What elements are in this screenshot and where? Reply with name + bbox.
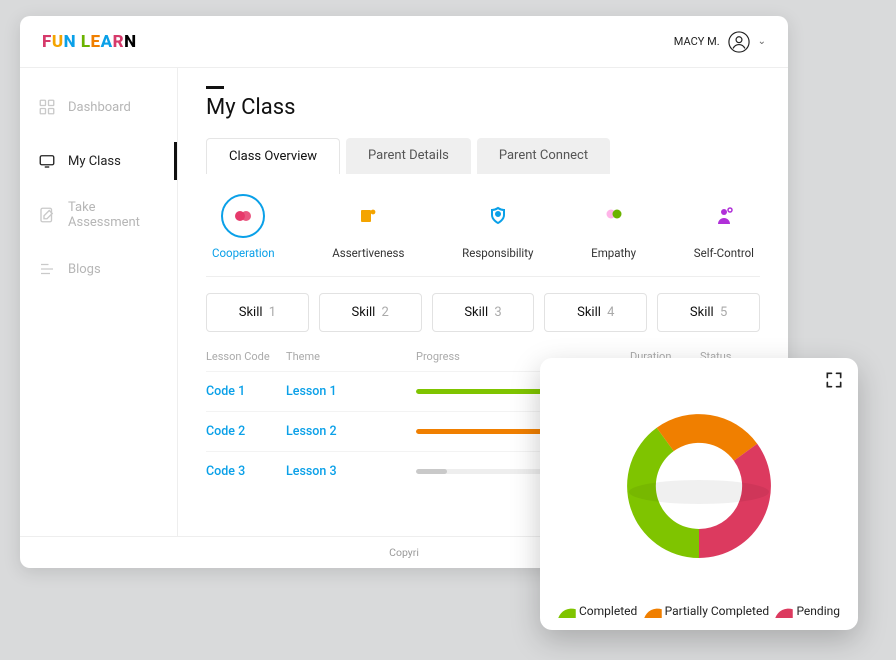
swatch-icon xyxy=(644,604,662,618)
skill-4[interactable]: Skill 4 xyxy=(544,293,647,332)
legend-partial: Partially Completed xyxy=(644,604,770,618)
sidebar-item-dashboard[interactable]: Dashboard xyxy=(20,80,177,134)
expand-icon[interactable] xyxy=(824,370,844,390)
self-control-icon xyxy=(712,204,736,228)
competency-label: Assertiveness xyxy=(332,246,404,260)
lesson-theme-link[interactable]: Lesson 3 xyxy=(286,464,416,479)
progress-bar xyxy=(416,429,556,434)
swatch-icon xyxy=(558,604,576,618)
tabs: Class Overview Parent Details Parent Con… xyxy=(206,138,760,174)
progress-bar xyxy=(416,389,556,394)
competency-label: Empathy xyxy=(591,246,636,260)
sidebar-item-blogs[interactable]: Blogs xyxy=(20,242,177,296)
class-icon xyxy=(38,152,56,170)
lesson-code-link[interactable]: Code 2 xyxy=(206,424,286,439)
logo: FUN LEARN xyxy=(42,32,137,52)
competency-label: Self-Control xyxy=(694,246,754,260)
lesson-theme-link[interactable]: Lesson 2 xyxy=(286,424,416,439)
skill-2[interactable]: Skill 2 xyxy=(319,293,422,332)
progress-bar xyxy=(416,469,556,474)
sidebar-item-label: Blogs xyxy=(68,262,101,277)
lesson-code-link[interactable]: Code 3 xyxy=(206,464,286,479)
swatch-icon xyxy=(775,604,793,618)
dashboard-icon xyxy=(38,98,56,116)
competency-responsibility[interactable]: Responsibility xyxy=(462,194,533,260)
sidebar: Dashboard My Class Take Assessment Blogs xyxy=(20,68,178,536)
legend-pending: Pending xyxy=(775,604,840,618)
sidebar-item-my-class[interactable]: My Class xyxy=(20,134,177,188)
lesson-theme-link[interactable]: Lesson 1 xyxy=(286,384,416,399)
skill-1[interactable]: Skill 1 xyxy=(206,293,309,332)
avatar-icon xyxy=(728,31,750,53)
lesson-code-link[interactable]: Code 1 xyxy=(206,384,286,399)
competency-label: Cooperation xyxy=(212,246,275,260)
page-title: My Class xyxy=(206,95,760,120)
assertiveness-icon xyxy=(356,204,380,228)
sidebar-item-label: Take Assessment xyxy=(68,200,159,230)
tab-class-overview[interactable]: Class Overview xyxy=(206,138,340,174)
col-theme: Theme xyxy=(286,350,416,363)
cooperation-icon xyxy=(231,204,255,228)
legend-completed: Completed xyxy=(558,604,637,618)
tab-parent-details[interactable]: Parent Details xyxy=(346,138,471,174)
skill-5[interactable]: Skill 5 xyxy=(657,293,760,332)
chart-card: Completed Partially Completed Pending xyxy=(540,358,858,630)
accent-bar xyxy=(206,86,224,89)
blogs-icon xyxy=(38,260,56,278)
skill-3[interactable]: Skill 3 xyxy=(432,293,535,332)
responsibility-icon xyxy=(486,204,510,228)
topbar: FUN LEARN MACY M. ⌄ xyxy=(20,16,788,68)
competency-label: Responsibility xyxy=(462,246,533,260)
sidebar-item-take-assessment[interactable]: Take Assessment xyxy=(20,188,177,242)
user-label: MACY M. xyxy=(674,35,720,48)
competencies-row: Cooperation Assertiveness Responsibility… xyxy=(206,188,760,277)
competency-cooperation[interactable]: Cooperation xyxy=(212,194,275,260)
skills-row: Skill 1 Skill 2 Skill 3 Skill 4 Skill 5 xyxy=(206,293,760,332)
chevron-down-icon: ⌄ xyxy=(758,36,766,47)
sidebar-item-label: My Class xyxy=(68,154,121,169)
footer-text: Copyri xyxy=(389,546,419,559)
sidebar-item-label: Dashboard xyxy=(68,100,131,115)
chart-legend: Completed Partially Completed Pending xyxy=(558,604,840,618)
competency-assertiveness[interactable]: Assertiveness xyxy=(332,194,404,260)
empathy-icon xyxy=(602,204,626,228)
donut-chart xyxy=(558,374,840,598)
col-code: Lesson Code xyxy=(206,350,286,363)
user-menu[interactable]: MACY M. ⌄ xyxy=(674,31,766,53)
competency-self-control[interactable]: Self-Control xyxy=(694,194,754,260)
tab-parent-connect[interactable]: Parent Connect xyxy=(477,138,610,174)
competency-empathy[interactable]: Empathy xyxy=(591,194,636,260)
assessment-icon xyxy=(38,206,56,224)
